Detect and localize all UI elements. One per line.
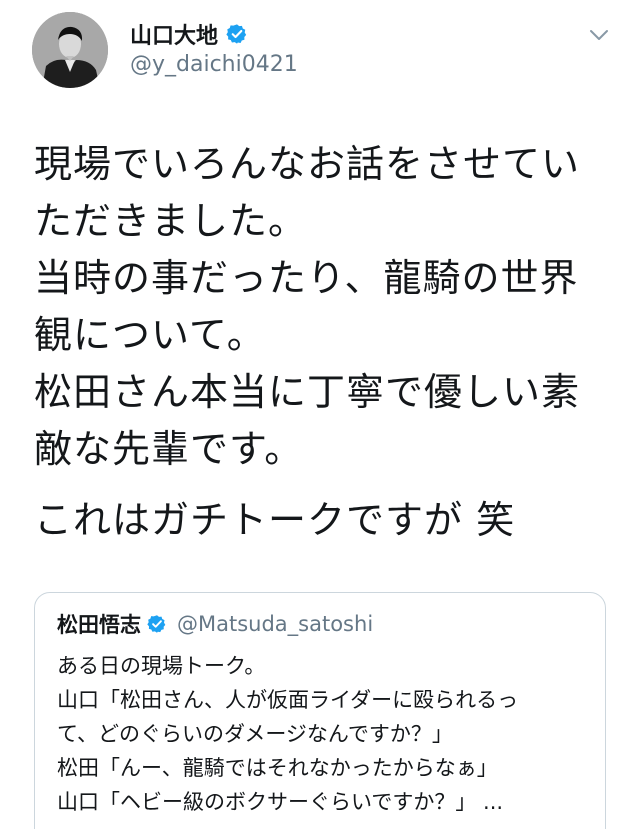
tweet-text-line: ただきました。: [34, 199, 308, 243]
tweet-text-line: 現場でいろんなお話をさせてい: [34, 142, 581, 186]
tweet: 山口大地 @y_daichi0421 現場でいろんなお話をさせてい ただきました…: [0, 0, 640, 829]
quoted-text-line: 山口「松田さん、人が仮面ライダーに殴られるっ: [57, 688, 519, 712]
tweet-text-line: 観について。: [34, 313, 266, 357]
tweet-text-line: 敵な先輩です。: [34, 427, 304, 471]
author-handle[interactable]: @y_daichi0421: [130, 52, 298, 77]
quoted-text-line: て、どのぐらいのダメージなんですか？」: [57, 722, 453, 746]
tweet-text: 現場でいろんなお話をさせてい ただきました。 当時の事だったり、龍騎の世界 観に…: [34, 136, 618, 549]
quoted-tweet-header: 松田悟志 @Matsuda_satoshi: [57, 609, 373, 639]
author-name-row: 山口大地: [130, 18, 248, 50]
tweet-text-line: 当時の事だったり、龍騎の世界: [34, 256, 579, 300]
quoted-tweet-card[interactable]: 松田悟志 @Matsuda_satoshi ある日の現場トーク。 山口「松田さん…: [34, 592, 606, 829]
tweet-text-line: 松田さん本当に丁寧で優しい素: [34, 370, 581, 414]
tweet-menu-button[interactable]: [586, 22, 612, 48]
display-name[interactable]: 山口大地: [130, 18, 218, 50]
quoted-handle: @Matsuda_satoshi: [177, 612, 374, 636]
quoted-text-line: ある日の現場トーク。: [57, 654, 266, 678]
quoted-text-line: 松田「んー、龍騎ではそれなかったからなぁ」: [57, 756, 498, 780]
quoted-tweet-text: ある日の現場トーク。 山口「松田さん、人が仮面ライダーに殴られるっ て、どのぐら…: [57, 649, 587, 819]
tweet-text-last-line: これはガチトークですが 笑: [34, 498, 516, 542]
quoted-text-line: 山口「ヘビー級のボクサーぐらいですか？」 ...: [57, 790, 504, 814]
chevron-down-icon: [590, 30, 608, 40]
avatar[interactable]: [32, 12, 108, 88]
verified-badge-icon: [147, 615, 166, 633]
verified-badge-icon: [226, 24, 247, 44]
quoted-display-name: 松田悟志: [57, 613, 141, 637]
